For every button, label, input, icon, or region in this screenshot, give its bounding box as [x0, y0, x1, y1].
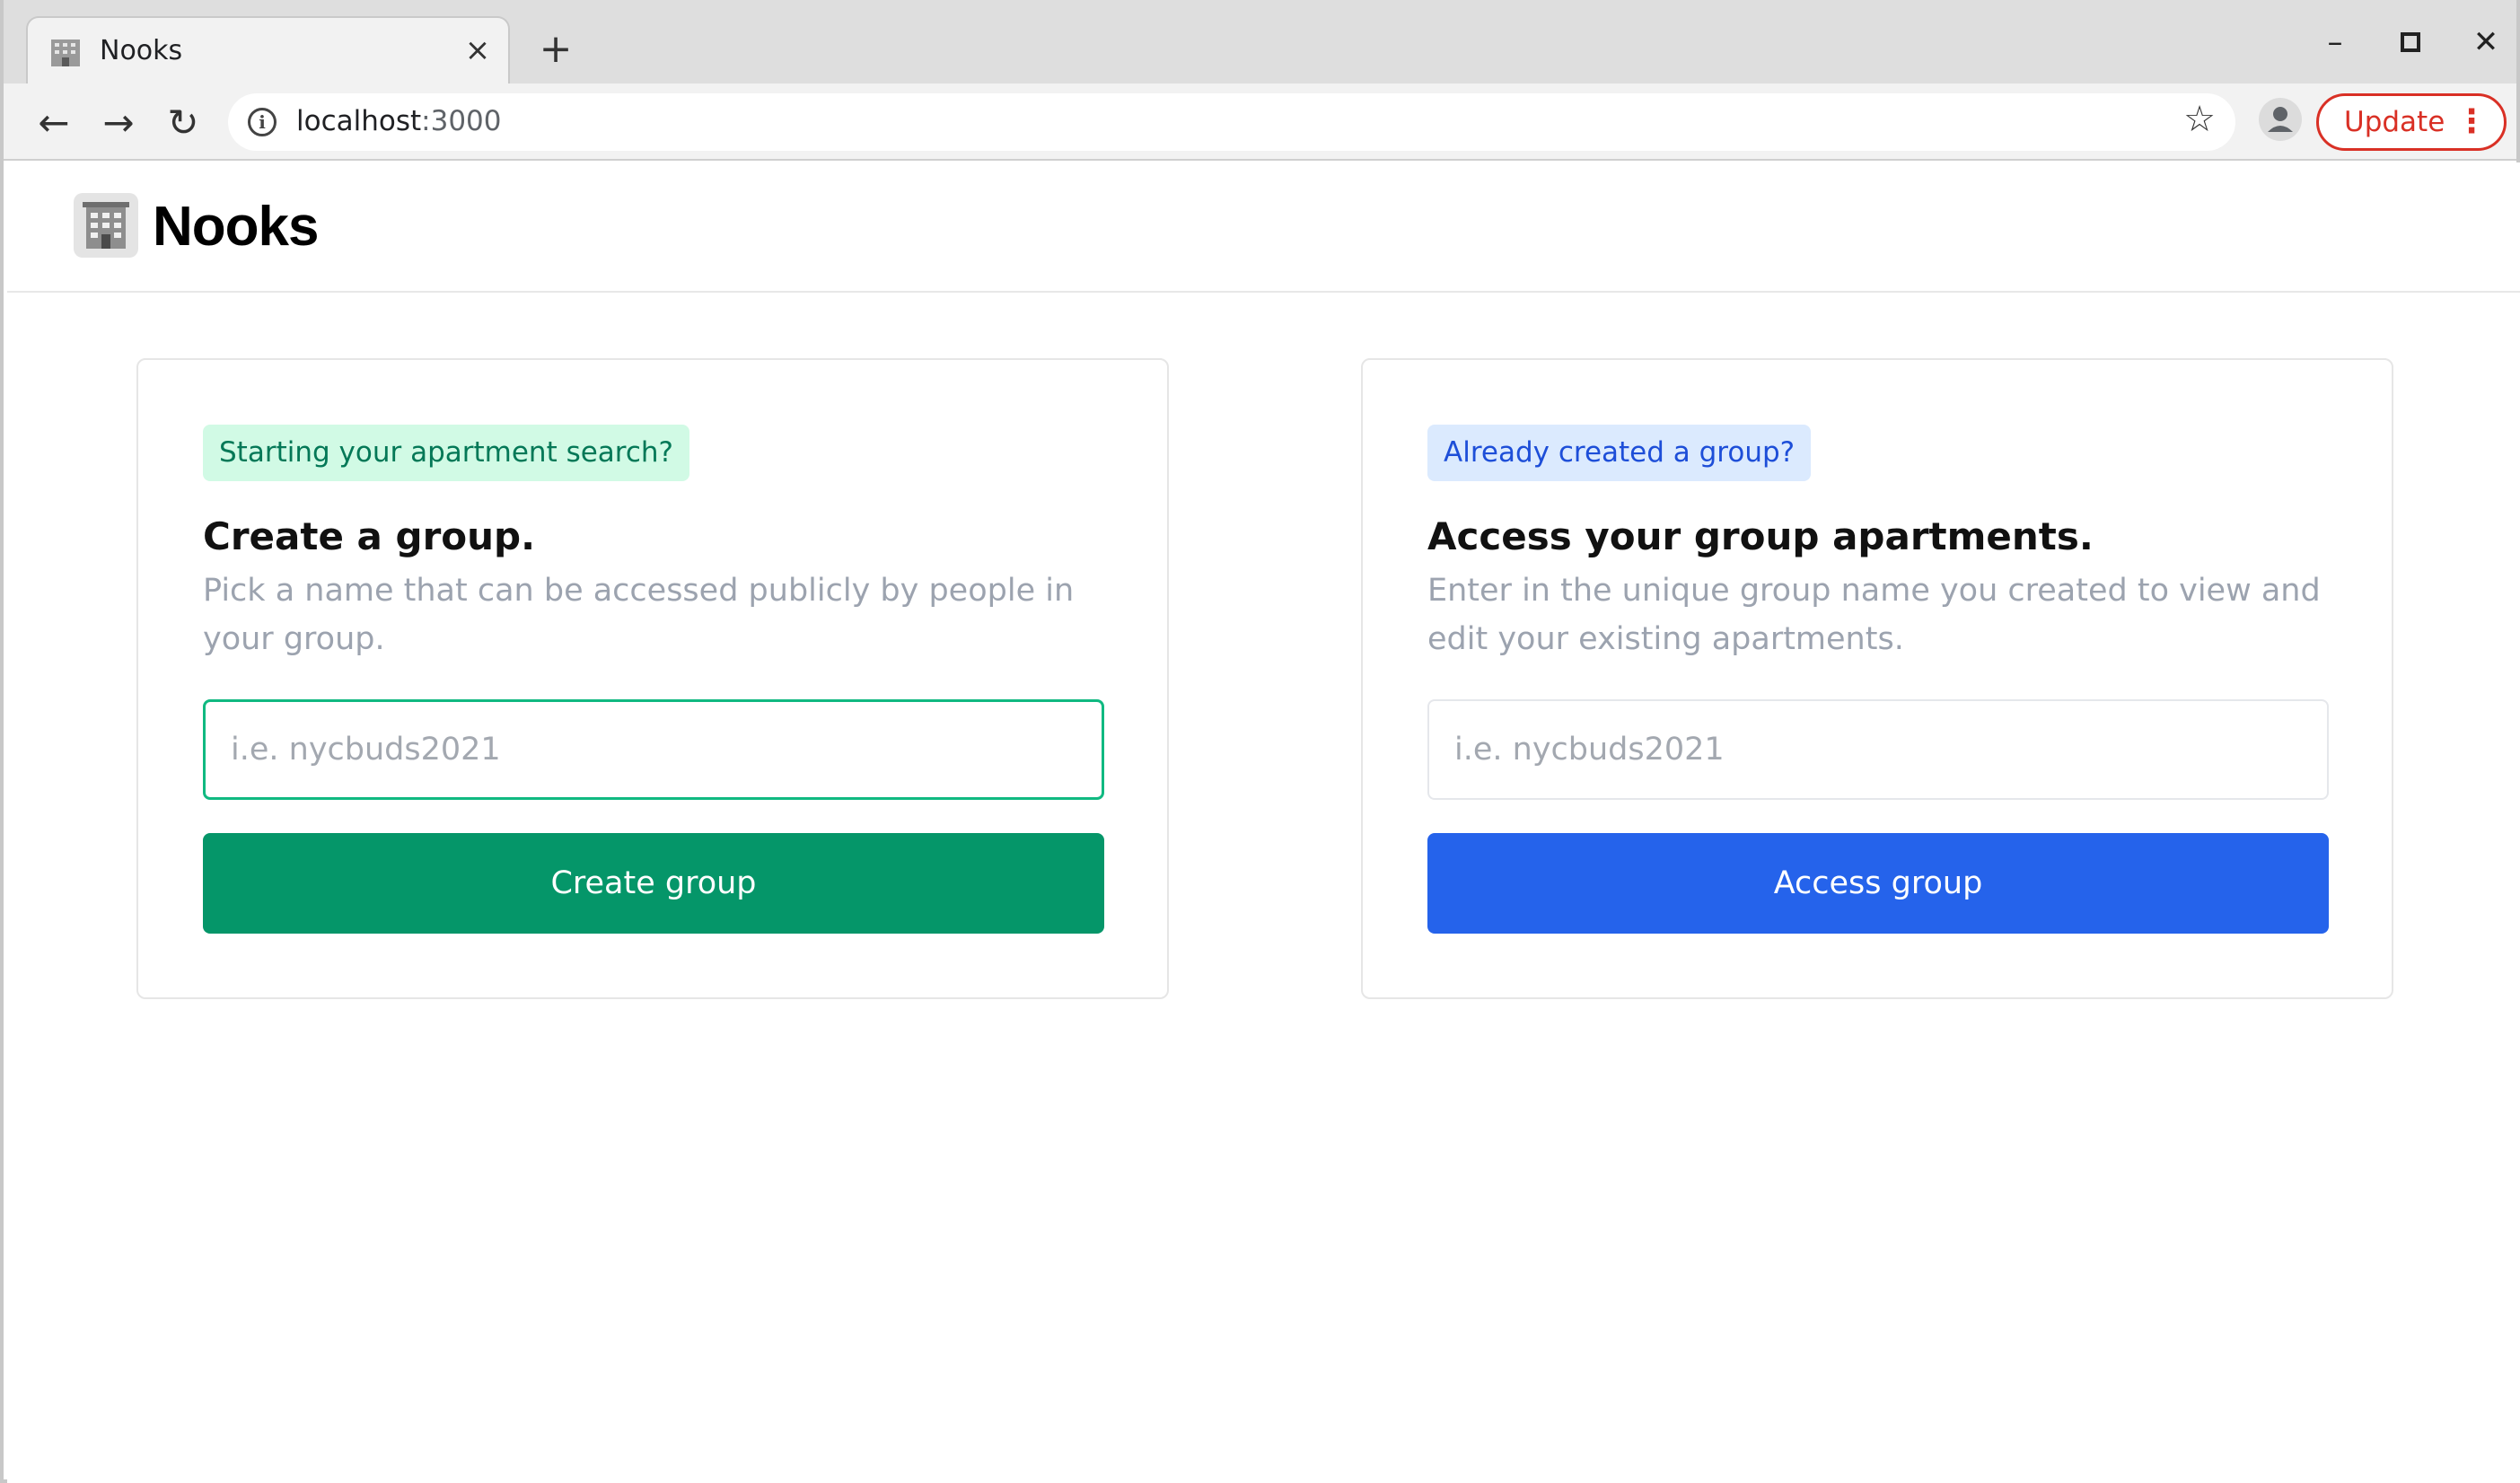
access-group-name-input[interactable] [1427, 699, 2329, 800]
site-header: Nooks [7, 162, 2520, 293]
create-group-name-input[interactable] [203, 699, 1104, 800]
address-bar[interactable]: i localhost:3000 ☆ [228, 93, 2235, 151]
page-content: Nooks Starting your apartment search? Cr… [7, 162, 2520, 1483]
browser-window: Nooks × + – ✕ ← → ↻ i localhost:3000 ☆ U… [0, 0, 2520, 1483]
url-text: localhost:3000 [296, 105, 502, 137]
create-group-title: Create a group. [203, 514, 536, 558]
profile-avatar-icon[interactable] [2259, 98, 2302, 141]
new-tab-icon[interactable]: + [533, 27, 578, 72]
close-window-icon[interactable]: ✕ [2463, 20, 2508, 65]
back-arrow-icon[interactable]: ← [27, 96, 81, 150]
menu-dots-icon: ⋮ [2455, 103, 2488, 140]
update-button[interactable]: Update ⋮ [2316, 93, 2507, 151]
create-group-button[interactable]: Create group [203, 833, 1104, 934]
site-info-icon[interactable]: i [248, 108, 277, 136]
maximize-icon[interactable] [2388, 20, 2433, 65]
tab-strip: Nooks × + – ✕ [4, 0, 2516, 83]
url-port: :3000 [421, 105, 502, 137]
browser-tab[interactable]: Nooks × [26, 16, 510, 83]
access-group-card: Already created a group? Access your gro… [1361, 358, 2393, 999]
url-host: localhost [296, 105, 422, 137]
building-favicon-icon [51, 39, 80, 66]
browser-toolbar: ← → ↻ i localhost:3000 ☆ Update ⋮ [4, 83, 2516, 161]
bookmark-star-icon[interactable]: ☆ [2183, 99, 2216, 140]
access-group-description: Enter in the unique group name you creat… [1427, 573, 2321, 657]
minimize-icon[interactable]: – [2313, 20, 2358, 65]
create-group-card: Starting your apartment search? Create a… [136, 358, 1169, 999]
create-group-badge: Starting your apartment search? [203, 425, 690, 481]
create-group-description: Pick a name that can be accessed publicl… [203, 573, 1075, 657]
building-logo-icon [74, 193, 138, 258]
forward-arrow-icon[interactable]: → [92, 96, 145, 150]
tab-title: Nooks [100, 35, 183, 66]
access-group-badge: Already created a group? [1427, 425, 1812, 481]
reload-icon[interactable]: ↻ [156, 96, 210, 150]
site-logo-text[interactable]: Nooks [153, 195, 319, 259]
update-label: Update [2344, 106, 2445, 138]
access-group-button[interactable]: Access group [1427, 833, 2329, 934]
tab-close-icon[interactable]: × [460, 32, 496, 68]
access-group-title: Access your group apartments. [1427, 514, 2094, 558]
